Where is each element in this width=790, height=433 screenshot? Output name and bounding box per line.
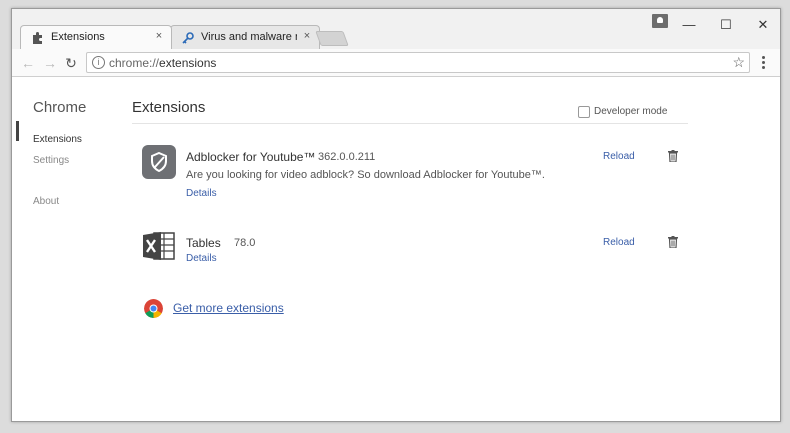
tab-title: Virus and malware remo bbox=[201, 31, 297, 43]
tab-close-icon[interactable]: × bbox=[153, 30, 165, 42]
reload-button[interactable]: ↻ bbox=[63, 55, 79, 71]
minimize-button[interactable]: — bbox=[679, 18, 699, 32]
url-scheme: chrome:// bbox=[109, 56, 160, 70]
key-icon bbox=[182, 32, 194, 44]
info-icon[interactable]: i bbox=[92, 56, 105, 69]
back-button[interactable]: ← bbox=[20, 55, 36, 71]
sidebar-item-extensions[interactable]: Extensions bbox=[33, 134, 82, 145]
toolbar: ← → ↻ i chrome://extensions ☆ bbox=[12, 49, 780, 77]
reload-link[interactable]: Reload bbox=[603, 237, 635, 248]
profile-icon[interactable] bbox=[652, 14, 668, 28]
extension-name: Adblocker for Youtube™ bbox=[186, 150, 316, 164]
menu-dots-icon[interactable] bbox=[762, 56, 766, 70]
get-more-extensions-link[interactable]: Get more extensions bbox=[173, 301, 284, 315]
tab-extensions[interactable]: Extensions × bbox=[20, 25, 172, 49]
maximize-button[interactable]: ☐ bbox=[716, 18, 736, 32]
excel-icon bbox=[143, 232, 175, 260]
url-path: extensions bbox=[159, 56, 217, 70]
tab-close-icon[interactable]: × bbox=[301, 30, 313, 42]
details-link[interactable]: Details bbox=[186, 188, 217, 199]
forward-button[interactable]: → bbox=[42, 55, 58, 71]
trash-icon[interactable] bbox=[668, 150, 678, 162]
title-bar: Extensions × Virus and malware remo × — … bbox=[12, 9, 780, 49]
developer-mode-checkbox[interactable] bbox=[578, 106, 590, 118]
sidebar-title: Chrome bbox=[33, 99, 87, 116]
trash-icon[interactable] bbox=[668, 236, 678, 248]
tab-virus-malware[interactable]: Virus and malware remo × bbox=[170, 25, 320, 49]
developer-mode-label: Developer mode bbox=[594, 106, 668, 117]
address-bar[interactable]: i chrome://extensions ☆ bbox=[86, 52, 750, 73]
divider bbox=[132, 123, 688, 124]
bookmark-star-icon[interactable]: ☆ bbox=[732, 54, 745, 71]
extension-version: 78.0 bbox=[234, 237, 256, 249]
shield-icon bbox=[142, 145, 176, 179]
reload-link[interactable]: Reload bbox=[603, 151, 635, 162]
browser-window: Extensions × Virus and malware remo × — … bbox=[11, 8, 781, 422]
extension-version: 362.0.0.211 bbox=[318, 151, 376, 163]
new-tab-button[interactable] bbox=[315, 31, 349, 46]
details-link[interactable]: Details bbox=[186, 253, 217, 264]
extension-name: Tables bbox=[186, 236, 221, 250]
sidebar-item-settings[interactable]: Settings bbox=[33, 155, 69, 166]
chrome-web-store-icon bbox=[144, 299, 163, 318]
page-title: Extensions bbox=[132, 99, 206, 116]
sidebar-active-marker bbox=[16, 121, 19, 141]
tab-title: Extensions bbox=[51, 31, 105, 43]
url-text: chrome://extensions bbox=[109, 56, 216, 70]
puzzle-icon bbox=[33, 32, 42, 44]
close-window-button[interactable]: ✕ bbox=[753, 18, 773, 32]
page-content: Chrome Extensions Settings About Extensi… bbox=[12, 77, 780, 421]
extension-description: Are you looking for video adblock? So do… bbox=[186, 169, 545, 181]
sidebar-item-about[interactable]: About bbox=[33, 196, 59, 207]
